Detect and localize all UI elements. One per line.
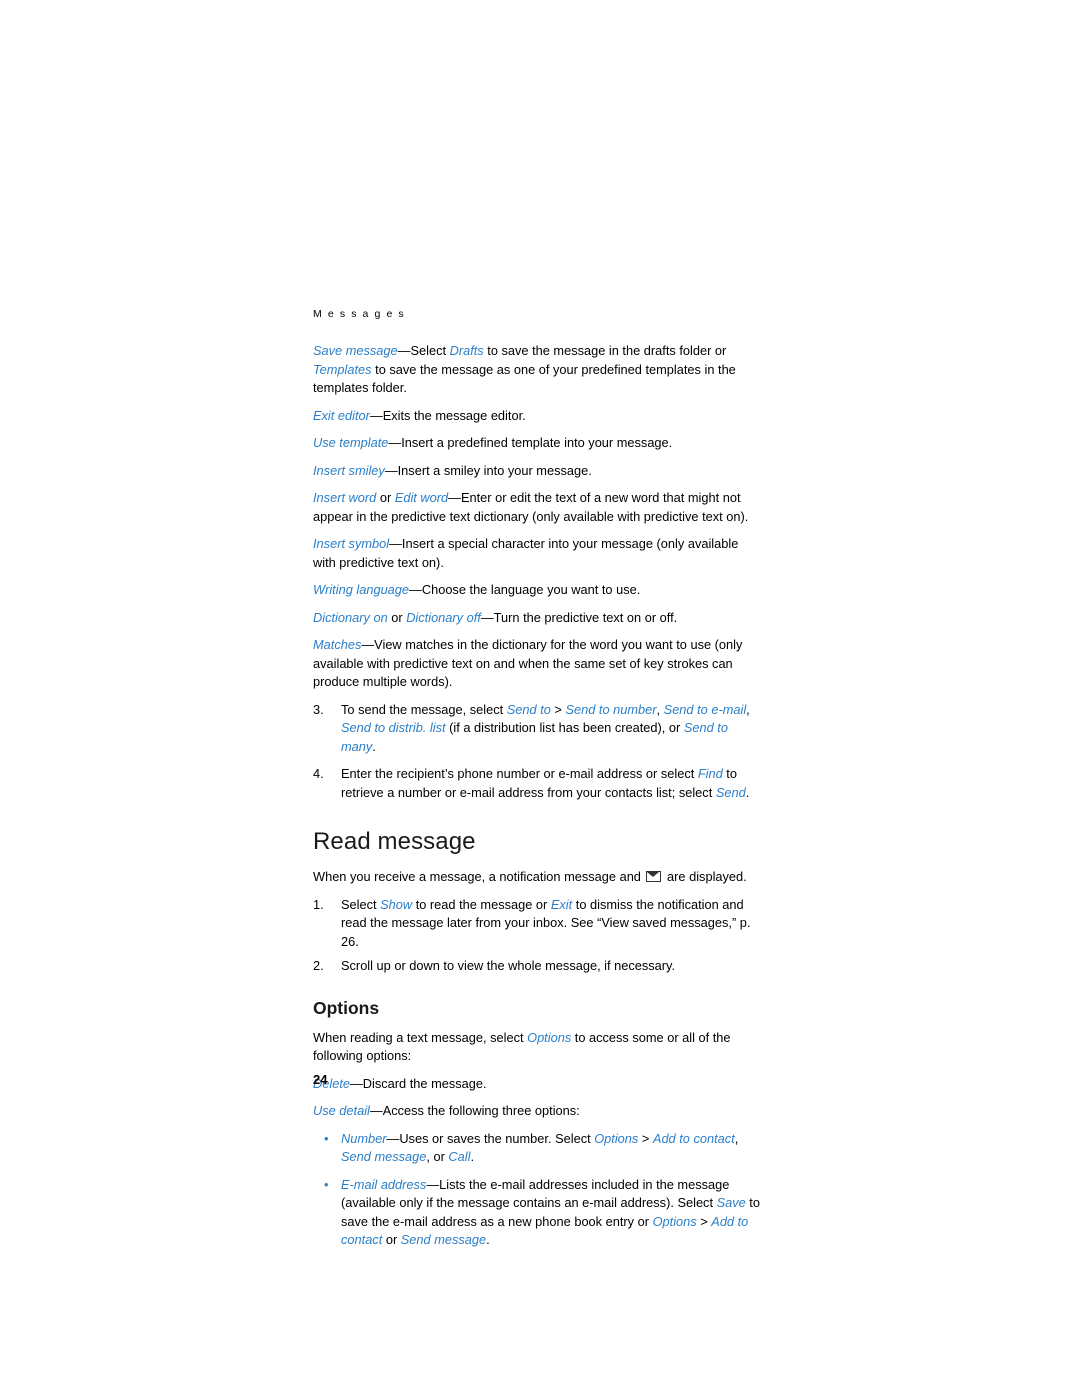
page-number: 24 — [313, 1072, 328, 1087]
numbered-step: 3. To send the message, select Send to >… — [313, 701, 761, 757]
option-item: Writing language—Choose the language you… — [313, 582, 641, 597]
list-item: • Number—Uses or saves the number. Selec… — [313, 1130, 761, 1167]
option-item: Insert smiley—Insert a smiley into your … — [313, 462, 592, 478]
step-number: 1. — [313, 896, 324, 912]
numbered-steps-top: 3. To send the message, select Send to >… — [313, 701, 761, 803]
manual-page: M e s s a g e s Save message—Select Draf… — [0, 0, 1080, 1397]
read-message-intro: When you receive a message, a notificati… — [313, 868, 761, 887]
options-bullet-list: • Number—Uses or saves the number. Selec… — [313, 1130, 761, 1250]
numbered-step: 2. Scroll up or down to view the whole m… — [313, 957, 761, 976]
running-head: M e s s a g e s — [313, 308, 406, 320]
step-number: 2. — [313, 958, 324, 973]
page-content: M e s s a g e s Save message—Select Draf… — [313, 308, 761, 1254]
envelope-icon — [646, 871, 662, 882]
option-item: Exit editor—Exits the message editor. — [313, 407, 526, 423]
intro-text-before: When you receive a message, a notificati… — [313, 869, 645, 884]
option-item: Delete—Discard the message. — [313, 1075, 487, 1091]
step-text: To send the message, select Send to > Se… — [341, 701, 750, 754]
options-list-top: Save message—Select Drafts to save the m… — [313, 342, 761, 692]
step-text: Select Show to read the message or Exit … — [341, 896, 751, 949]
step-number: 4. — [313, 766, 324, 781]
step-number: 3. — [313, 701, 324, 717]
option-item: Use detail—Access the following three op… — [313, 1103, 580, 1118]
numbered-step: 1. Select Show to read the message or Ex… — [313, 896, 761, 952]
option-item: Save message—Select Drafts to save the m… — [313, 343, 736, 395]
list-item-text: Number—Uses or saves the number. Select … — [341, 1130, 739, 1165]
options-intro: When reading a text message, select Opti… — [313, 1029, 731, 1064]
option-item: Insert word or Edit word—Enter or edit t… — [313, 490, 749, 524]
option-item: Matches—View matches in the dictionary f… — [313, 637, 743, 689]
numbered-step: 4. Enter the recipient’s phone number or… — [313, 765, 761, 802]
list-item-text: E-mail address—Lists the e-mail addresse… — [341, 1176, 760, 1248]
list-item: • E-mail address—Lists the e-mail addres… — [313, 1176, 761, 1250]
section-heading-read-message: Read message — [313, 828, 476, 855]
option-item: Dictionary on or Dictionary off—Turn the… — [313, 609, 678, 625]
bullet-icon: • — [324, 1130, 329, 1146]
section-heading-options: Options — [313, 997, 380, 1018]
step-text: Enter the recipient’s phone number or e-… — [341, 766, 750, 800]
read-message-steps: 1. Select Show to read the message or Ex… — [313, 896, 761, 976]
bullet-icon: • — [324, 1176, 329, 1192]
step-text: Scroll up or down to view the whole mess… — [341, 958, 676, 973]
intro-text-after: are displayed. — [663, 869, 747, 884]
option-item: Insert symbol—Insert a special character… — [313, 536, 739, 570]
option-item: Use template—Insert a predefined templat… — [313, 435, 673, 450]
